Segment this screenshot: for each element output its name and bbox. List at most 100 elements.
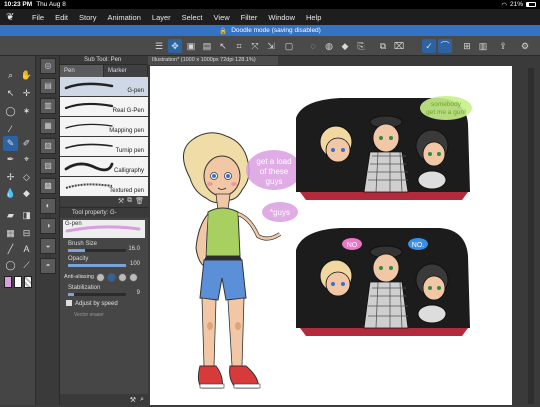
eyedropper-icon[interactable]: ⁄ bbox=[3, 122, 18, 137]
brush-icon[interactable]: ✒ bbox=[3, 152, 18, 167]
pencil-icon[interactable]: ✐ bbox=[19, 136, 34, 151]
scale-icon[interactable]: ⇲ bbox=[264, 39, 278, 53]
zoom-icon[interactable]: ⌕ bbox=[140, 396, 144, 404]
frame-icon[interactable]: ▢ bbox=[282, 39, 296, 53]
vector-eraser-row[interactable]: Vector eraser bbox=[60, 310, 148, 321]
aa-none-option[interactable] bbox=[95, 272, 105, 282]
subtool-group-5[interactable]: ▧ bbox=[40, 138, 56, 154]
aa-strong-option[interactable] bbox=[128, 272, 138, 282]
crop-icon[interactable]: ⌗ bbox=[232, 39, 246, 53]
grid-icon[interactable]: ⊞ bbox=[460, 39, 474, 53]
export-icon[interactable]: ⇪ bbox=[496, 39, 510, 53]
fill-icon[interactable]: ◆ bbox=[338, 39, 352, 53]
select-icon[interactable]: ◌ bbox=[306, 39, 320, 53]
move-layer-icon[interactable]: ✛ bbox=[19, 86, 34, 101]
menu-select[interactable]: Select bbox=[182, 13, 203, 22]
mask-icon[interactable]: ◍ bbox=[322, 39, 336, 53]
settings-icon[interactable]: ⚙ bbox=[518, 39, 532, 53]
wrench-icon[interactable]: ⚒ bbox=[130, 396, 136, 404]
main-color-swatch[interactable] bbox=[4, 276, 12, 288]
ruler-icon[interactable]: ▥ bbox=[476, 39, 490, 53]
brush-item-turnip-pen[interactable]: Turnip pen bbox=[60, 137, 148, 157]
opacity-row[interactable]: Opacity 100 bbox=[60, 255, 148, 270]
pen-icon[interactable]: ✎ bbox=[3, 136, 18, 151]
copy-icon[interactable]: ⧉ bbox=[376, 39, 390, 53]
canvas-area[interactable]: Illustration* (1000 x 1000px 72dpi 128.1… bbox=[148, 56, 540, 405]
subtool-group-6[interactable]: ▨ bbox=[40, 158, 56, 174]
canvas-scrollbar[interactable] bbox=[528, 68, 534, 404]
paste-icon[interactable]: ⎘ bbox=[354, 39, 368, 53]
menu-layer[interactable]: Layer bbox=[152, 13, 171, 22]
ruler-snap-icon[interactable]: ⌒ bbox=[438, 39, 452, 53]
brush-size-row[interactable]: Brush Size 16.0 bbox=[60, 240, 148, 255]
duplicate-icon[interactable]: ⧉ bbox=[127, 197, 132, 205]
eraser-icon[interactable]: ◇ bbox=[19, 170, 34, 185]
tab-pen[interactable]: Pen bbox=[60, 65, 104, 77]
magic-wand-icon[interactable]: ✶ bbox=[19, 104, 34, 119]
opacity-slider[interactable] bbox=[68, 264, 126, 267]
subtool-group-10[interactable]: ◒ bbox=[40, 238, 56, 254]
subtool-group-1[interactable]: ◎ bbox=[40, 58, 56, 74]
frame-border-icon[interactable]: ▦ bbox=[3, 226, 18, 241]
operation-icon[interactable]: ↖ bbox=[3, 86, 18, 101]
figure-icon[interactable]: ◨ bbox=[19, 208, 34, 223]
transform-icon[interactable]: ⤧ bbox=[248, 39, 262, 53]
subtool-group-3[interactable]: ▥ bbox=[40, 98, 56, 114]
transparent-swatch[interactable] bbox=[24, 276, 32, 288]
stabilization-slider[interactable] bbox=[68, 293, 126, 296]
vector-snap-icon[interactable]: ✓ bbox=[422, 39, 436, 53]
fill-bucket-icon[interactable]: ◆ bbox=[19, 186, 34, 201]
balloon-icon[interactable]: ◯ bbox=[3, 258, 18, 273]
menu-window[interactable]: Window bbox=[268, 13, 295, 22]
menu-file[interactable]: File bbox=[32, 13, 44, 22]
airbrush-icon[interactable]: ⌖ bbox=[19, 152, 34, 167]
subtool-group-7[interactable]: ▩ bbox=[40, 178, 56, 194]
trash-icon[interactable]: 🗑 bbox=[135, 197, 144, 205]
menu-icon[interactable]: ☰ bbox=[152, 39, 166, 53]
app-logo-icon[interactable]: ❦ bbox=[6, 12, 20, 23]
hand-icon[interactable]: ✋ bbox=[19, 68, 34, 83]
gradient-icon[interactable]: ▰ bbox=[3, 208, 18, 223]
image-icon[interactable]: ▤ bbox=[200, 39, 214, 53]
brush-item-real-g-pen[interactable]: Real G-Pen bbox=[60, 97, 148, 117]
brush-item-mapping-pen[interactable]: Mapping pen bbox=[60, 117, 148, 137]
subtool-group-9[interactable]: ◑ bbox=[40, 218, 56, 234]
subtool-group-2[interactable]: ▤ bbox=[40, 78, 56, 94]
move-canvas-icon[interactable]: ✥ bbox=[168, 39, 182, 53]
aa-medium-option[interactable] bbox=[117, 272, 127, 282]
aa-weak-option[interactable] bbox=[106, 272, 116, 282]
decoration-icon[interactable]: ✢ bbox=[3, 170, 18, 185]
text-icon[interactable]: A bbox=[19, 242, 34, 257]
menu-story[interactable]: Story bbox=[79, 13, 97, 22]
adjust-speed-row[interactable]: Adjust by speed bbox=[60, 299, 148, 310]
lasso-icon[interactable]: ◯ bbox=[3, 104, 18, 119]
menu-view[interactable]: View bbox=[214, 13, 230, 22]
menu-filter[interactable]: Filter bbox=[241, 13, 258, 22]
wrench-icon[interactable]: ⚒ bbox=[118, 197, 124, 205]
blend-icon[interactable]: 💧 bbox=[3, 186, 18, 201]
subtool-group-8[interactable]: ◐ bbox=[40, 198, 56, 214]
brush-item-calligraphy[interactable]: Calligraphy bbox=[60, 157, 148, 177]
clear-icon[interactable]: ⌧ bbox=[392, 39, 406, 53]
cursor-icon[interactable]: ↖ bbox=[216, 39, 230, 53]
menu-animation[interactable]: Animation bbox=[108, 13, 141, 22]
adjust-speed-checkbox[interactable] bbox=[66, 300, 72, 307]
zoom-icon[interactable]: ⌕ bbox=[3, 68, 18, 83]
layer-icon[interactable]: ▣ bbox=[184, 39, 198, 53]
doodle-mode-banner[interactable]: 🔒 Doodle mode (saving disabled) bbox=[0, 25, 540, 36]
menu-edit[interactable]: Edit bbox=[55, 13, 68, 22]
stabilization-row[interactable]: Stabilization 9 bbox=[60, 284, 148, 299]
correct-line-icon[interactable]: ⟋ bbox=[19, 258, 34, 273]
brush-item-textured-pen[interactable]: Textured pen bbox=[60, 177, 148, 197]
canvas-paper[interactable]: get a load of these guys *guys somebody … bbox=[150, 66, 512, 405]
tab-marker[interactable]: Marker bbox=[104, 65, 148, 77]
brush-size-slider[interactable] bbox=[68, 249, 126, 252]
brush-item-g-pen[interactable]: G-pen bbox=[60, 77, 148, 97]
subtool-group-11[interactable]: ◓ bbox=[40, 258, 56, 274]
ruler-tool-icon[interactable]: ⊟ bbox=[19, 226, 34, 241]
line-icon[interactable]: ╱ bbox=[3, 242, 18, 257]
subtool-group-4[interactable]: ▦ bbox=[40, 118, 56, 134]
menu-help[interactable]: Help bbox=[306, 13, 321, 22]
sub-color-swatch[interactable] bbox=[14, 276, 22, 288]
document-tab[interactable]: Illustration* (1000 x 1000px 72dpi 128.1… bbox=[148, 56, 278, 65]
